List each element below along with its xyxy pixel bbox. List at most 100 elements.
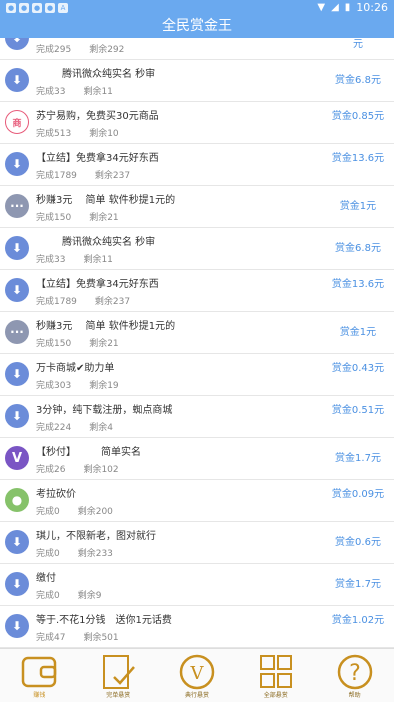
task-stats: 完成0 剩余9	[36, 588, 101, 601]
task-title: 等于.不花1分钱 送你1元话费	[36, 615, 172, 626]
task-row[interactable]: ⬇ 腾讯微众纯实名 秒审 完成33 剩余11 赏金6.8元	[0, 60, 394, 102]
task-title: 琪儿，不限新老，图对就行	[36, 531, 156, 542]
status-time: 10:26	[356, 1, 388, 14]
completed-count: 完成0	[36, 507, 60, 517]
task-row[interactable]: ⬇ 腾讯微众纯实名 秒审 完成33 剩余11 赏金6.8元	[0, 228, 394, 270]
remaining-count: 剩余11	[83, 87, 113, 97]
tab-label: 帮助	[348, 692, 361, 699]
app-notification-icon: ●	[6, 3, 16, 13]
task-row[interactable]: ⬇ 琪儿，不限新老，图对就行 完成0 剩余233 赏金0.6元	[0, 522, 394, 564]
task-row[interactable]: ● 考拉砍价完成0 剩余200 赏金0.09元	[0, 480, 394, 522]
task-title: 苏宁易购，免费买30元商品	[36, 111, 159, 122]
task-title: 腾讯微众纯实名 秒审	[62, 69, 156, 80]
help-icon: ?	[335, 653, 375, 691]
remaining-count: 剩余19	[89, 381, 119, 391]
task-row[interactable]: ⬇ 完成295 剩余292 元	[0, 38, 394, 60]
reward-amount: 元	[353, 39, 363, 50]
task-stats: 完成33 剩余11	[36, 252, 113, 265]
completed-count: 完成150	[36, 213, 72, 223]
completed-count: 完成0	[36, 591, 60, 601]
reward-amount: 赏金1元	[339, 327, 377, 338]
task-list[interactable]: ⬇ 完成295 剩余292 元 ⬇ 腾讯微众纯实名 秒审完成33 剩余11 赏金6.8元 商苏宁…	[0, 38, 394, 648]
task-title: 万卡商城✔助力单	[36, 363, 115, 374]
remaining-count: 剩余4	[89, 423, 113, 433]
reward-amount: 赏金1.02元	[331, 615, 385, 626]
task-row[interactable]: V 【秒付】 简单实名 完成26 剩余102 赏金1.7元	[0, 438, 394, 480]
signal-icon: ◢	[331, 2, 339, 13]
tab-wallet[interactable]: 赚钱	[0, 649, 79, 702]
completed-count: 完成47	[36, 633, 66, 643]
task-stats: 完成1789 剩余237	[36, 168, 130, 181]
task-title: 缴付	[36, 573, 56, 584]
task-stats: 完成150 剩余21	[36, 210, 119, 223]
task-row[interactable]: ··· 秒赚3元 简单 软件秒提1元的 完成150 剩余21 赏金1元	[0, 312, 394, 354]
task-stats: 完成1789 剩余237	[36, 294, 130, 307]
more-icon: ···	[5, 320, 29, 344]
remaining-count: 剩余11	[83, 255, 113, 265]
remaining-count: 剩余233	[77, 549, 113, 559]
tab-grid[interactable]: 全部悬赏	[236, 649, 315, 702]
completed-count: 完成513	[36, 129, 72, 139]
download-icon: ⬇	[5, 236, 29, 260]
remaining-count: 剩余21	[89, 339, 119, 349]
tab-label: 赚钱	[33, 692, 46, 699]
reward-amount: 赏金0.09元	[331, 489, 385, 500]
task-stats: 完成295 剩余292	[36, 42, 124, 55]
reward-amount: 赏金13.6元	[331, 153, 385, 164]
task-row[interactable]: ··· 秒赚3元 简单 软件秒提1元的 完成150 剩余21 赏金1元	[0, 186, 394, 228]
task-row[interactable]: 商苏宁易购，免费买30元商品 完成513 剩余10 赏金0.85元	[0, 102, 394, 144]
reward-amount: 赏金1.7元	[335, 453, 381, 464]
tab-v-badge[interactable]: V 典行悬赏	[158, 649, 237, 702]
remaining-count: 剩余501	[83, 633, 119, 643]
svg-text:V: V	[189, 663, 204, 684]
user-icon: ●	[5, 488, 29, 512]
task-row[interactable]: ⬇ 3分钟，纯下载注册，蜘点商城 完成224 剩余4 赏金0.51元	[0, 396, 394, 438]
reward-amount: 赏金0.43元	[331, 363, 385, 374]
app-notification-icon: ●	[19, 3, 29, 13]
task-stats: 完成0 剩余233	[36, 546, 113, 559]
tab-help[interactable]: ? 帮助	[315, 649, 394, 702]
task-title: 【立结】免费拿34元好东西	[36, 153, 159, 164]
download-icon: ⬇	[5, 404, 29, 428]
wallet-icon	[19, 653, 59, 691]
battery-icon: ▮	[344, 2, 351, 13]
completed-count: 完成1789	[36, 171, 77, 181]
download-icon: ⬇	[5, 572, 29, 596]
task-row[interactable]: ⬇ 【立结】免费拿34元好东西 完成1789 剩余237 赏金13.6元	[0, 270, 394, 312]
reward-amount: 赏金13.6元	[331, 279, 385, 290]
download-icon: ⬇	[5, 38, 29, 50]
completed-count: 完成33	[36, 87, 66, 97]
completed-count: 完成150	[36, 339, 72, 349]
download-icon: ⬇	[5, 362, 29, 386]
remaining-count: 剩余9	[77, 591, 102, 601]
task-stats: 完成26 剩余102	[36, 462, 119, 475]
reward-amount: 赏金6.8元	[335, 243, 381, 254]
reward-amount: 赏金1.7元	[335, 579, 381, 590]
app-notification-icon: ●	[45, 3, 55, 13]
task-stats: 完成150 剩余21	[36, 336, 119, 349]
more-icon: ···	[5, 194, 29, 218]
remaining-count: 剩余237	[94, 297, 131, 307]
tab-paper-check[interactable]: 完单悬赏	[79, 649, 158, 702]
task-stats: 完成303 剩余19	[36, 378, 119, 391]
task-stats: 完成47 剩余501	[36, 630, 119, 643]
bottom-tab-bar: 赚钱 完单悬赏 V 典行悬赏 全部悬赏? 帮助	[0, 648, 394, 702]
completed-count: 完成33	[36, 255, 66, 265]
remaining-count: 剩余200	[77, 507, 113, 517]
paper-check-icon	[98, 653, 138, 691]
reward-amount: 赏金1元	[339, 201, 377, 212]
task-title: 秒赚3元 简单 软件秒提1元的	[36, 321, 176, 332]
completed-count: 完成224	[36, 423, 72, 433]
task-title: 考拉砍价	[36, 489, 76, 500]
task-row[interactable]: ⬇ 缴付完成0 剩余9 赏金1.7元	[0, 564, 394, 606]
task-row[interactable]: ⬇ 万卡商城✔助力单 完成303 剩余19 赏金0.43元	[0, 354, 394, 396]
wifi-icon: ▼	[317, 2, 326, 13]
reward-amount: 赏金0.85元	[331, 111, 385, 122]
shop-icon: 商	[5, 110, 29, 134]
task-stats: 完成224 剩余4	[36, 420, 113, 433]
task-stats: 完成513 剩余10	[36, 126, 119, 139]
download-icon: ⬇	[5, 530, 29, 554]
page-title: 全民赏金王	[0, 16, 394, 38]
task-row[interactable]: ⬇ 等于.不花1分钱 送你1元话费 完成47 剩余501 赏金1.02元	[0, 606, 394, 648]
task-row[interactable]: ⬇ 【立结】免费拿34元好东西 完成1789 剩余237 赏金13.6元	[0, 144, 394, 186]
